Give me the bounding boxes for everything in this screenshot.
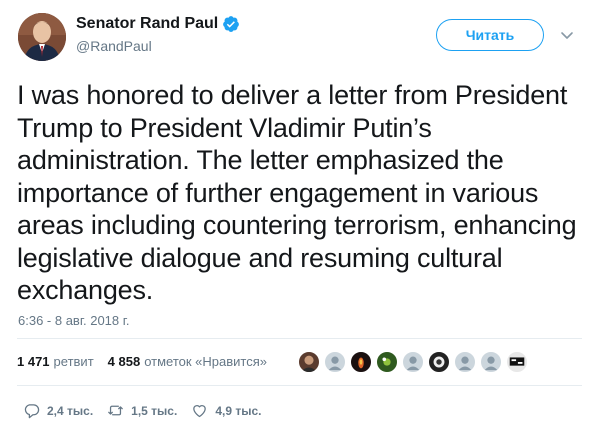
liked-by-avatars bbox=[298, 351, 532, 373]
divider bbox=[17, 338, 582, 339]
liker-avatar[interactable] bbox=[402, 351, 424, 373]
tweet-text: I was honored to deliver a letter from P… bbox=[17, 80, 577, 305]
like-count: 4,9 тыс. bbox=[215, 403, 262, 418]
author-avatar[interactable] bbox=[18, 13, 66, 61]
retweet-count: 1,5 тыс. bbox=[131, 403, 178, 418]
follow-button[interactable]: Читать bbox=[436, 19, 544, 51]
liker-avatar[interactable] bbox=[506, 351, 528, 373]
liker-avatar[interactable] bbox=[428, 351, 450, 373]
verified-badge-icon bbox=[222, 15, 240, 33]
divider bbox=[17, 385, 582, 386]
tweet-timestamp[interactable]: 6:36 - 8 авг. 2018 г. bbox=[18, 313, 130, 328]
retweets-count[interactable]: 1 471 bbox=[17, 354, 50, 369]
retweet-icon bbox=[108, 405, 124, 416]
reply-icon bbox=[24, 404, 40, 419]
author-display-name[interactable]: Senator Rand Paul bbox=[76, 15, 218, 33]
likes-label[interactable]: отметок «Нравится» bbox=[144, 354, 267, 369]
liker-avatar[interactable] bbox=[298, 351, 320, 373]
retweets-label[interactable]: ретвит bbox=[54, 354, 94, 369]
liker-avatar[interactable] bbox=[454, 351, 476, 373]
tweet-stats: 1 471 ретвит 4 858 отметок «Нравится» bbox=[17, 354, 267, 369]
retweet-button[interactable]: 1,5 тыс. bbox=[107, 402, 177, 419]
liker-avatar[interactable] bbox=[480, 351, 502, 373]
reply-count: 2,4 тыс. bbox=[47, 403, 94, 418]
reply-button[interactable]: 2,4 тыс. bbox=[23, 402, 93, 419]
liker-avatar[interactable] bbox=[376, 351, 398, 373]
tweet-actions: 2,4 тыс. 1,5 тыс. 4,9 тыс. bbox=[23, 402, 261, 419]
tweet-card: Senator Rand Paul @RandPaul Читать I was… bbox=[0, 0, 599, 442]
liker-avatar[interactable] bbox=[324, 351, 346, 373]
like-button[interactable]: 4,9 тыс. bbox=[191, 402, 261, 419]
heart-icon bbox=[193, 405, 207, 418]
author-handle[interactable]: @RandPaul bbox=[76, 38, 152, 54]
chevron-down-icon[interactable] bbox=[560, 28, 574, 42]
likes-count[interactable]: 4 858 bbox=[108, 354, 141, 369]
author-name-line[interactable]: Senator Rand Paul bbox=[76, 15, 240, 33]
liker-avatar[interactable] bbox=[350, 351, 372, 373]
